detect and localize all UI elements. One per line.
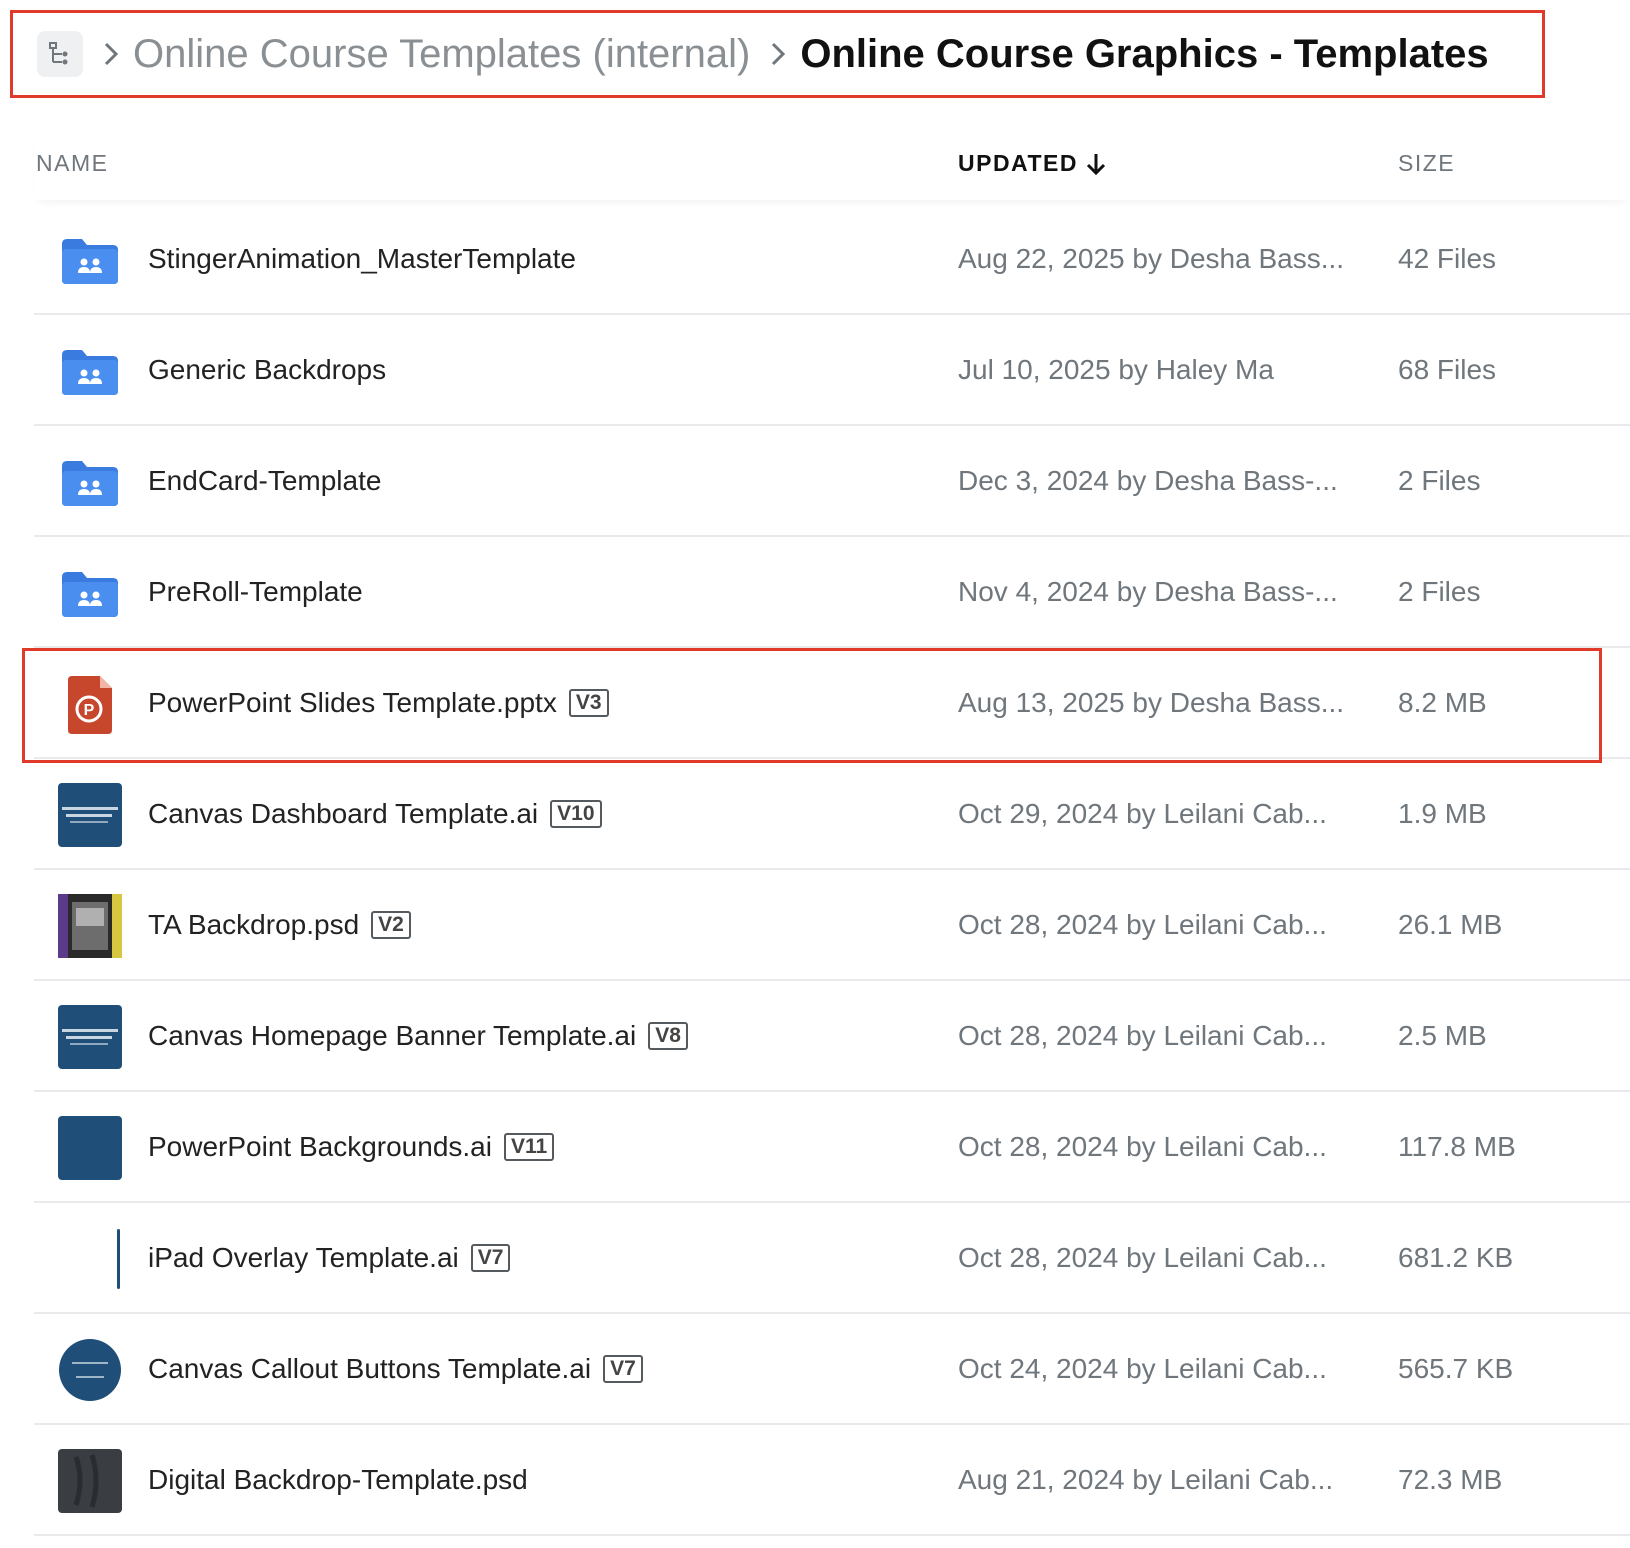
psd-thumbnail: [58, 1449, 122, 1513]
version-badge[interactable]: V3: [568, 688, 609, 717]
file-row[interactable]: Generic Backdrops Jul 10, 2025 by Haley M…: [34, 315, 1630, 426]
updated-cell: Nov 4, 2024 by Desha Bass-...: [958, 575, 1338, 607]
file-name-cell[interactable]: PreRoll-Template: [148, 537, 363, 646]
file-name-cell[interactable]: StingerAnimation_MasterTemplate: [148, 204, 576, 313]
version-badge[interactable]: V2: [371, 910, 411, 939]
column-header-updated-label: UPDATED: [958, 150, 1078, 176]
shared-folder-icon: [58, 228, 122, 292]
file-name-cell[interactable]: Digital Backdrop-Template.psd: [148, 1425, 528, 1534]
updated-cell: Oct 28, 2024 by Leilani Cab...: [958, 908, 1327, 940]
powerpoint-file-icon: P: [58, 672, 122, 736]
file-row[interactable]: PreRoll-Template Nov 4, 2024 by Desha Bas…: [34, 537, 1630, 648]
ai-thumbnail: [58, 1005, 122, 1069]
file-row[interactable]: StingerAnimation_MasterTemplate Aug 22, 2…: [34, 204, 1630, 315]
breadcrumb-current: Online Course Graphics - Templates: [800, 31, 1489, 76]
file-name[interactable]: Canvas Callout Buttons Template.ai: [148, 1353, 591, 1385]
file-name[interactable]: PowerPoint Backgrounds.ai: [148, 1131, 492, 1163]
file-name-cell[interactable]: TA Backdrop.psd V2: [148, 870, 411, 979]
file-name[interactable]: PowerPoint Slides Template.pptx: [148, 687, 557, 719]
table-header: NAME UPDATED SIZE: [34, 128, 1630, 200]
size-cell: 68 Files: [1398, 353, 1497, 385]
ai-thumbnail: [58, 1338, 122, 1402]
file-row[interactable]: iPad Overlay Template.ai V7 Oct 28, 2024 b…: [34, 1203, 1630, 1314]
size-cell: 72.3 MB: [1398, 1463, 1503, 1495]
updated-cell: Aug 22, 2025 by Desha Bass...: [958, 242, 1345, 274]
file-name-cell[interactable]: iPad Overlay Template.ai V7: [148, 1203, 511, 1312]
size-cell: 681.2 KB: [1398, 1241, 1514, 1273]
file-name[interactable]: Generic Backdrops: [148, 354, 386, 386]
file-name-cell[interactable]: PowerPoint Slides Template.pptx V3: [148, 648, 609, 757]
updated-cell: Oct 28, 2024 by Leilani Cab...: [958, 1241, 1327, 1273]
size-cell: 42 Files: [1398, 242, 1497, 274]
updated-cell: Dec 3, 2024 by Desha Bass-...: [958, 464, 1338, 496]
file-name[interactable]: EndCard-Template: [148, 465, 381, 497]
size-cell: 565.7 KB: [1398, 1352, 1514, 1384]
updated-cell: Aug 13, 2025 by Desha Bass...: [958, 686, 1345, 718]
column-header-updated[interactable]: UPDATED: [958, 150, 1106, 177]
file-name[interactable]: Digital Backdrop-Template.psd: [148, 1464, 528, 1496]
updated-cell: Oct 24, 2024 by Leilani Cab...: [958, 1352, 1327, 1384]
file-row[interactable]: EndCard-Template Dec 3, 2024 by Desha Bas…: [34, 426, 1630, 537]
breadcrumb: Online Course Templates (internal) Onlin…: [10, 10, 1545, 98]
version-badge[interactable]: V8: [648, 1021, 688, 1050]
file-name-cell[interactable]: Canvas Dashboard Template.ai V10: [148, 759, 602, 868]
ai-thumbnail: [58, 1116, 122, 1180]
size-cell: 1.9 MB: [1398, 797, 1487, 829]
size-cell: 2 Files: [1398, 575, 1481, 607]
file-name[interactable]: StingerAnimation_MasterTemplate: [148, 243, 576, 275]
file-list: StingerAnimation_MasterTemplate Aug 22, 2…: [34, 204, 1630, 1536]
updated-cell: Oct 28, 2024 by Leilani Cab...: [958, 1130, 1327, 1162]
shared-folder-icon: [58, 339, 122, 403]
chevron-right-icon: [103, 40, 119, 68]
file-row[interactable]: Canvas Homepage Banner Template.ai V8 Oct …: [34, 981, 1630, 1092]
file-name-cell[interactable]: Generic Backdrops: [148, 315, 386, 424]
size-cell: 2 Files: [1398, 464, 1481, 496]
size-cell: 2.5 MB: [1398, 1019, 1487, 1051]
size-cell: 26.1 MB: [1398, 908, 1503, 940]
file-row[interactable]: TA Backdrop.psd V2 Oct 28, 2024 by Leilani…: [34, 870, 1630, 981]
file-row[interactable]: Digital Backdrop-Template.psd Aug 21, 202…: [34, 1425, 1630, 1536]
shared-folder-icon: [58, 561, 122, 625]
folder-tree-icon[interactable]: [37, 31, 83, 77]
column-header-size[interactable]: SIZE: [1398, 150, 1455, 177]
version-badge[interactable]: V10: [550, 799, 602, 828]
chevron-right-icon: [770, 40, 786, 68]
updated-cell: Aug 21, 2024 by Leilani Cab...: [958, 1463, 1334, 1495]
size-cell: 8.2 MB: [1398, 686, 1487, 718]
sort-down-arrow-icon: [1086, 152, 1106, 176]
file-row[interactable]: PowerPoint Backgrounds.ai V11 Oct 28, 2024…: [34, 1092, 1630, 1203]
updated-cell: Jul 10, 2025 by Haley Ma: [958, 353, 1274, 385]
file-name-cell[interactable]: EndCard-Template: [148, 426, 381, 535]
size-cell: 117.8 MB: [1398, 1130, 1516, 1162]
file-row[interactable]: P PowerPoint Slides Template.pptx V3 Aug 13…: [34, 648, 1630, 759]
psd-thumbnail: [58, 894, 122, 958]
column-header-name[interactable]: NAME: [36, 150, 108, 177]
file-name[interactable]: Canvas Homepage Banner Template.ai: [148, 1020, 636, 1052]
file-name[interactable]: iPad Overlay Template.ai: [148, 1242, 459, 1274]
file-name[interactable]: PreRoll-Template: [148, 576, 363, 608]
file-name[interactable]: Canvas Dashboard Template.ai: [148, 798, 538, 830]
file-row[interactable]: Canvas Dashboard Template.ai V10 Oct 29, 2…: [34, 759, 1630, 870]
file-row[interactable]: Canvas Callout Buttons Template.ai V7 Oct …: [34, 1314, 1630, 1425]
updated-cell: Oct 28, 2024 by Leilani Cab...: [958, 1019, 1327, 1051]
file-name-cell[interactable]: Canvas Homepage Banner Template.ai V8: [148, 981, 688, 1090]
svg-text:P: P: [84, 702, 95, 719]
version-badge[interactable]: V7: [603, 1354, 643, 1383]
file-name-cell[interactable]: PowerPoint Backgrounds.ai V11: [148, 1092, 555, 1201]
version-badge[interactable]: V11: [503, 1132, 555, 1161]
updated-cell: Oct 29, 2024 by Leilani Cab...: [958, 797, 1327, 829]
ai-thumbnail: [58, 1227, 122, 1291]
file-name-cell[interactable]: Canvas Callout Buttons Template.ai V7: [148, 1314, 643, 1423]
file-name[interactable]: TA Backdrop.psd: [148, 909, 359, 941]
shared-folder-icon: [58, 450, 122, 514]
ai-thumbnail: [58, 783, 122, 847]
breadcrumb-parent-link[interactable]: Online Course Templates (internal): [133, 32, 750, 77]
version-badge[interactable]: V7: [470, 1243, 511, 1272]
